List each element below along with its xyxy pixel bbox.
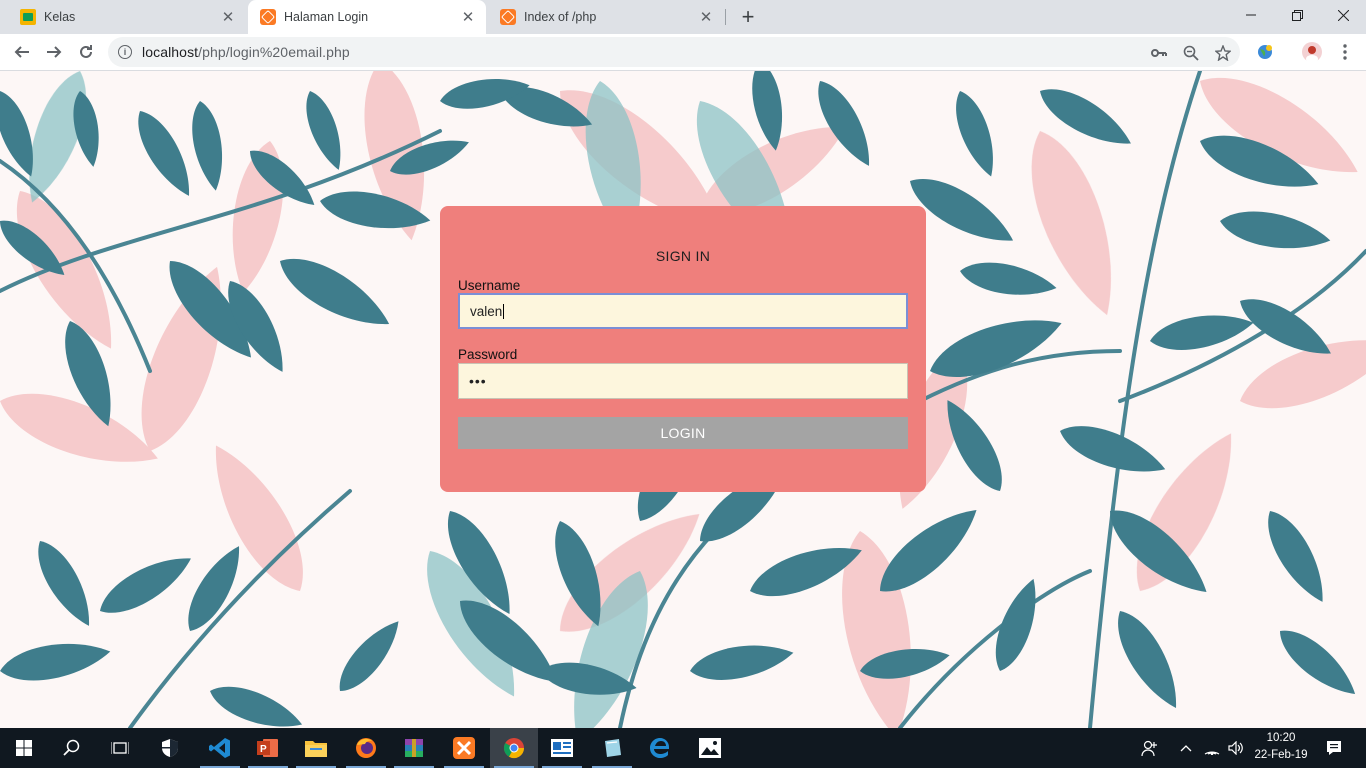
search-icon [63,739,80,756]
tab-title: Index of /php [524,10,597,24]
clock[interactable]: 10:20 22-Feb-19 [1250,728,1312,768]
new-tab-button[interactable]: + [736,4,760,29]
task-view-button[interactable] [96,728,144,768]
star-icon[interactable] [1214,44,1232,62]
url-host: localhost [142,44,199,60]
task-view-icon [111,742,129,754]
arrow-right-icon [47,46,62,58]
start-icon [16,740,32,756]
profile-avatar[interactable] [1298,38,1326,66]
notification-icon [1327,741,1341,755]
username-value: valen [470,303,503,319]
reload-button[interactable] [72,38,100,66]
close-window-button[interactable] [1320,0,1366,30]
search-button[interactable] [48,728,96,768]
vscode-icon [209,738,230,758]
more-vert-icon [1343,44,1347,60]
notes-icon [605,739,621,757]
minimize-button[interactable] [1228,0,1274,30]
login-title: SIGN IN [655,248,711,264]
hidden-icons-button[interactable] [1172,728,1200,768]
xampp-icon [500,9,516,25]
taskbar-xampp[interactable] [440,728,488,768]
powerpoint-icon: P [257,739,278,757]
taskbar-winrar[interactable] [390,728,438,768]
xampp-icon [453,737,475,759]
arrow-left-icon [14,46,29,58]
info-icon[interactable]: i [118,45,132,59]
close-icon[interactable]: ✕ [698,9,714,26]
tab-title: Kelas [44,10,76,24]
tab-strip: Kelas ✕ Halaman Login ✕ Index of /php ✕ … [0,0,1366,34]
minimize-icon [1246,14,1256,16]
password-value: ••• [469,373,487,389]
tab-index-php[interactable]: Index of /php ✕ [488,0,724,34]
people-button[interactable] [1130,728,1170,768]
taskbar-vscode[interactable] [196,728,244,768]
photos-icon [699,738,721,758]
taskbar-photos[interactable] [686,728,734,768]
edge-icon [650,738,669,758]
back-button[interactable] [8,38,36,66]
username-field[interactable]: valen [458,293,908,329]
extension-button[interactable] [1251,38,1279,66]
file-explorer-icon [305,741,327,757]
globe-extension-icon [1258,45,1272,59]
taskbar-file-explorer[interactable] [292,728,340,768]
tab-separator [725,9,726,25]
url-path: /php/login%20email.php [198,44,350,60]
taskbar-edge[interactable] [636,728,684,768]
forward-button[interactable] [40,38,68,66]
password-label: Password [458,347,518,362]
close-icon [1337,9,1349,21]
clock-time: 10:20 [1266,732,1296,744]
classroom-icon [20,9,36,25]
taskbar-news[interactable] [538,728,586,768]
xampp-icon [260,9,276,25]
people-icon [1141,740,1157,757]
menu-button[interactable] [1331,38,1359,66]
taskbar-firefox[interactable] [342,728,390,768]
clock-date: 22-Feb-19 [1254,749,1308,761]
wifi-icon [1204,751,1220,755]
page-viewport: SIGN IN Username valen Password ••• LOGI… [0,71,1366,728]
text-caret [503,303,505,319]
firefox-icon [356,738,376,758]
taskbar: P 10:20 22-Feb-19 [0,728,1366,768]
volume-icon [1228,741,1243,755]
tab-title: Halaman Login [284,10,369,24]
chrome-icon [503,738,525,759]
tab-kelas[interactable]: Kelas ✕ [8,0,246,34]
login-button[interactable]: LOGIN [458,417,908,449]
username-label: Username [458,278,521,293]
start-button[interactable] [0,728,48,768]
browser-toolbar: i localhost/php/login%20email.php [0,34,1366,71]
avatar-icon [1302,42,1322,62]
restore-icon [1291,9,1303,21]
password-field[interactable]: ••• [458,363,908,399]
taskbar-notes[interactable] [588,728,636,768]
taskbar-chrome[interactable] [490,728,538,768]
key-icon[interactable] [1150,44,1168,62]
login-card: SIGN IN Username valen Password ••• LOGI… [440,206,926,492]
news-icon [551,739,573,757]
tab-halaman-login[interactable]: Halaman Login ✕ [248,0,486,34]
network-button[interactable] [1200,728,1224,768]
volume-button[interactable] [1224,728,1248,768]
chevron-up-icon [1180,745,1192,752]
url-text: localhost/php/login%20email.php [142,44,350,60]
restore-button[interactable] [1274,0,1320,30]
action-center-button[interactable] [1314,728,1354,768]
zoom-icon[interactable] [1182,44,1200,62]
taskbar-defender[interactable] [146,728,194,768]
taskbar-powerpoint[interactable]: P [244,728,292,768]
defender-icon [162,739,178,757]
svg-text:P: P [260,744,267,755]
close-icon[interactable]: ✕ [460,9,476,26]
address-bar[interactable]: i localhost/php/login%20email.php [108,37,1240,67]
close-icon[interactable]: ✕ [220,9,236,26]
winrar-icon [405,739,423,757]
reload-icon [80,45,92,58]
